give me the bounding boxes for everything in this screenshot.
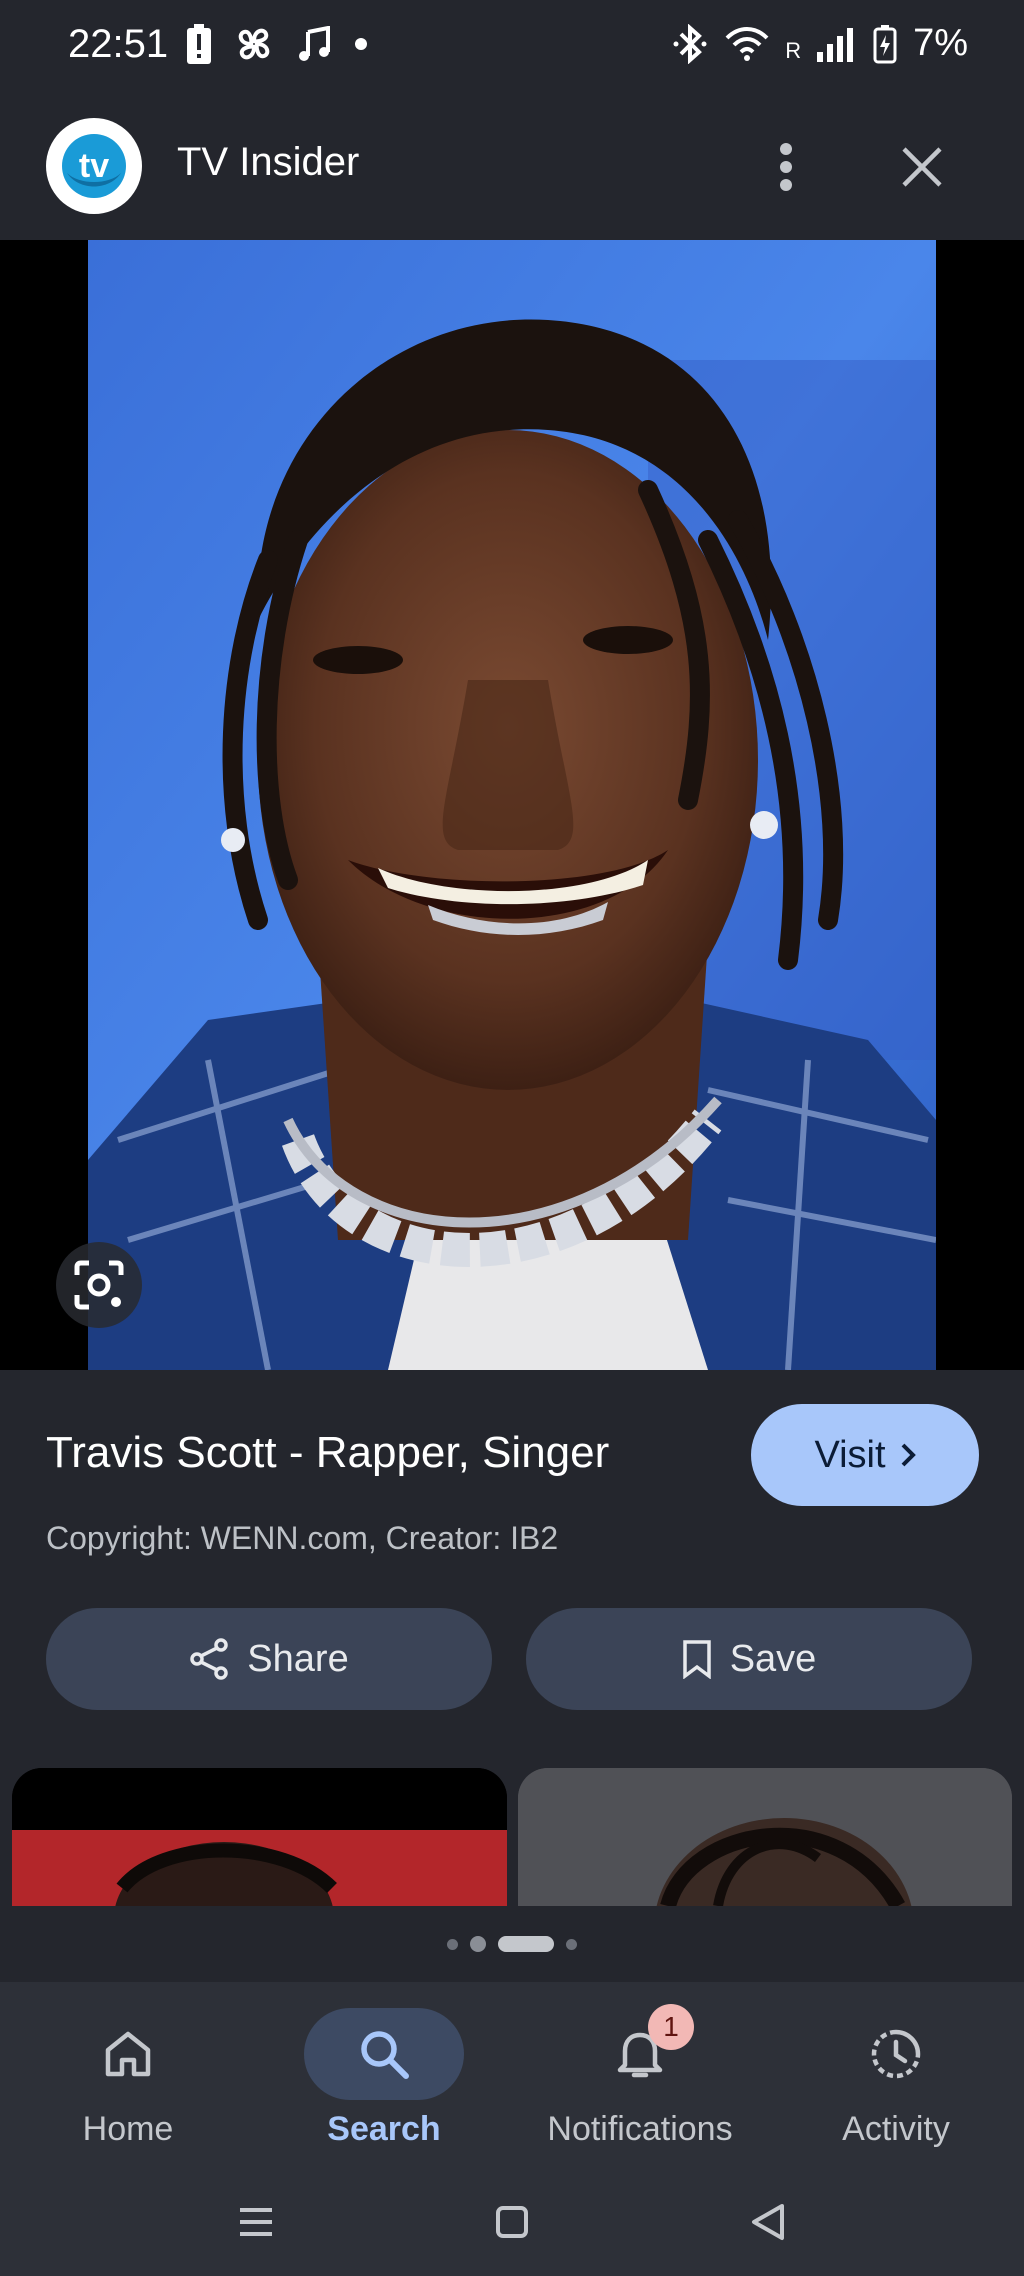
close-icon	[902, 147, 942, 187]
share-icon	[190, 1638, 229, 1680]
close-button[interactable]	[890, 135, 954, 199]
battery-charging-icon	[873, 24, 897, 63]
search-icon	[361, 2031, 409, 2079]
recents-button[interactable]	[226, 2194, 286, 2250]
recents-icon	[240, 2208, 272, 2236]
related-thumbnail-1	[12, 1768, 507, 1906]
pager-dot	[447, 1938, 458, 1950]
dot-icon	[355, 38, 367, 50]
main-photo[interactable]	[88, 240, 936, 1370]
system-navigation-bar	[0, 2166, 1024, 2276]
save-label: Save	[729, 1637, 817, 1680]
source-title[interactable]: TV Insider	[177, 140, 359, 185]
nav-search-label: Search	[327, 2110, 441, 2148]
related-image-2[interactable]	[518, 1768, 1012, 1906]
result-info-panel: Travis Scott - Rapper, Singer Visit Copy…	[0, 1370, 1024, 1906]
lens-camera-icon	[74, 1260, 124, 1310]
wifi-icon	[725, 26, 769, 61]
music-note-icon	[299, 26, 330, 61]
visit-label: Visit	[814, 1433, 886, 1476]
pager-dot	[470, 1936, 486, 1952]
back-button[interactable]	[738, 2194, 798, 2250]
status-notification-icons	[186, 24, 368, 64]
nav-notifications-label: Notifications	[547, 2110, 733, 2148]
notification-badge: 1	[648, 2004, 694, 2050]
status-bar: 22:51 R 7%	[0, 0, 1024, 95]
bookmark-icon	[682, 1640, 711, 1679]
save-button[interactable]: Save	[526, 1608, 972, 1710]
bottom-navigation: Home Search 1 Notifications Activity	[0, 1982, 1024, 2166]
nav-home-label: Home	[82, 2110, 174, 2148]
status-system-icons: R 7%	[673, 22, 968, 65]
bluetooth-icon	[673, 23, 707, 64]
more-vert-icon	[780, 143, 792, 191]
share-button[interactable]: Share	[46, 1608, 492, 1710]
nav-activity-label: Activity	[842, 2110, 950, 2148]
home-icon	[105, 2031, 151, 2077]
more-options-button[interactable]	[762, 135, 810, 199]
visit-button[interactable]: Visit	[751, 1404, 979, 1506]
viewer-header: tv TV Insider	[0, 95, 1024, 240]
portrait-photo	[88, 240, 936, 1370]
source-logo[interactable]: tv	[46, 118, 142, 214]
google-lens-button[interactable]	[56, 1242, 142, 1328]
square-icon	[496, 2206, 528, 2238]
nav-notifications[interactable]: 1 Notifications	[512, 1996, 768, 2166]
pager-dot	[566, 1938, 577, 1950]
related-image-1[interactable]	[12, 1768, 507, 1906]
carousel-pager	[0, 1906, 1024, 1982]
nav-activity[interactable]: Activity	[768, 1996, 1024, 2166]
logo-text: tv	[78, 146, 110, 185]
battery-percent: 7%	[913, 22, 968, 64]
battery-alert-icon	[187, 24, 211, 64]
copyright-text: Copyright: WENN.com, Creator: IB2	[46, 1520, 559, 1556]
chevron-right-icon	[901, 1443, 916, 1467]
activity-icon	[871, 2029, 921, 2079]
related-thumbnail-2	[518, 1768, 1012, 1906]
back-triangle-icon	[752, 2204, 784, 2240]
roaming-indicator: R	[785, 37, 802, 63]
signal-icon	[817, 27, 854, 62]
fan-icon	[238, 28, 270, 60]
image-viewer[interactable]	[0, 240, 1024, 1370]
status-time: 22:51	[68, 22, 169, 66]
nav-home[interactable]: Home	[0, 1996, 256, 2166]
result-title[interactable]: Travis Scott - Rapper, Singer	[46, 1428, 609, 1478]
share-label: Share	[247, 1637, 349, 1680]
pager-dot-active	[498, 1936, 554, 1952]
nav-search[interactable]: Search	[256, 1996, 512, 2166]
home-system-button[interactable]	[482, 2194, 542, 2250]
